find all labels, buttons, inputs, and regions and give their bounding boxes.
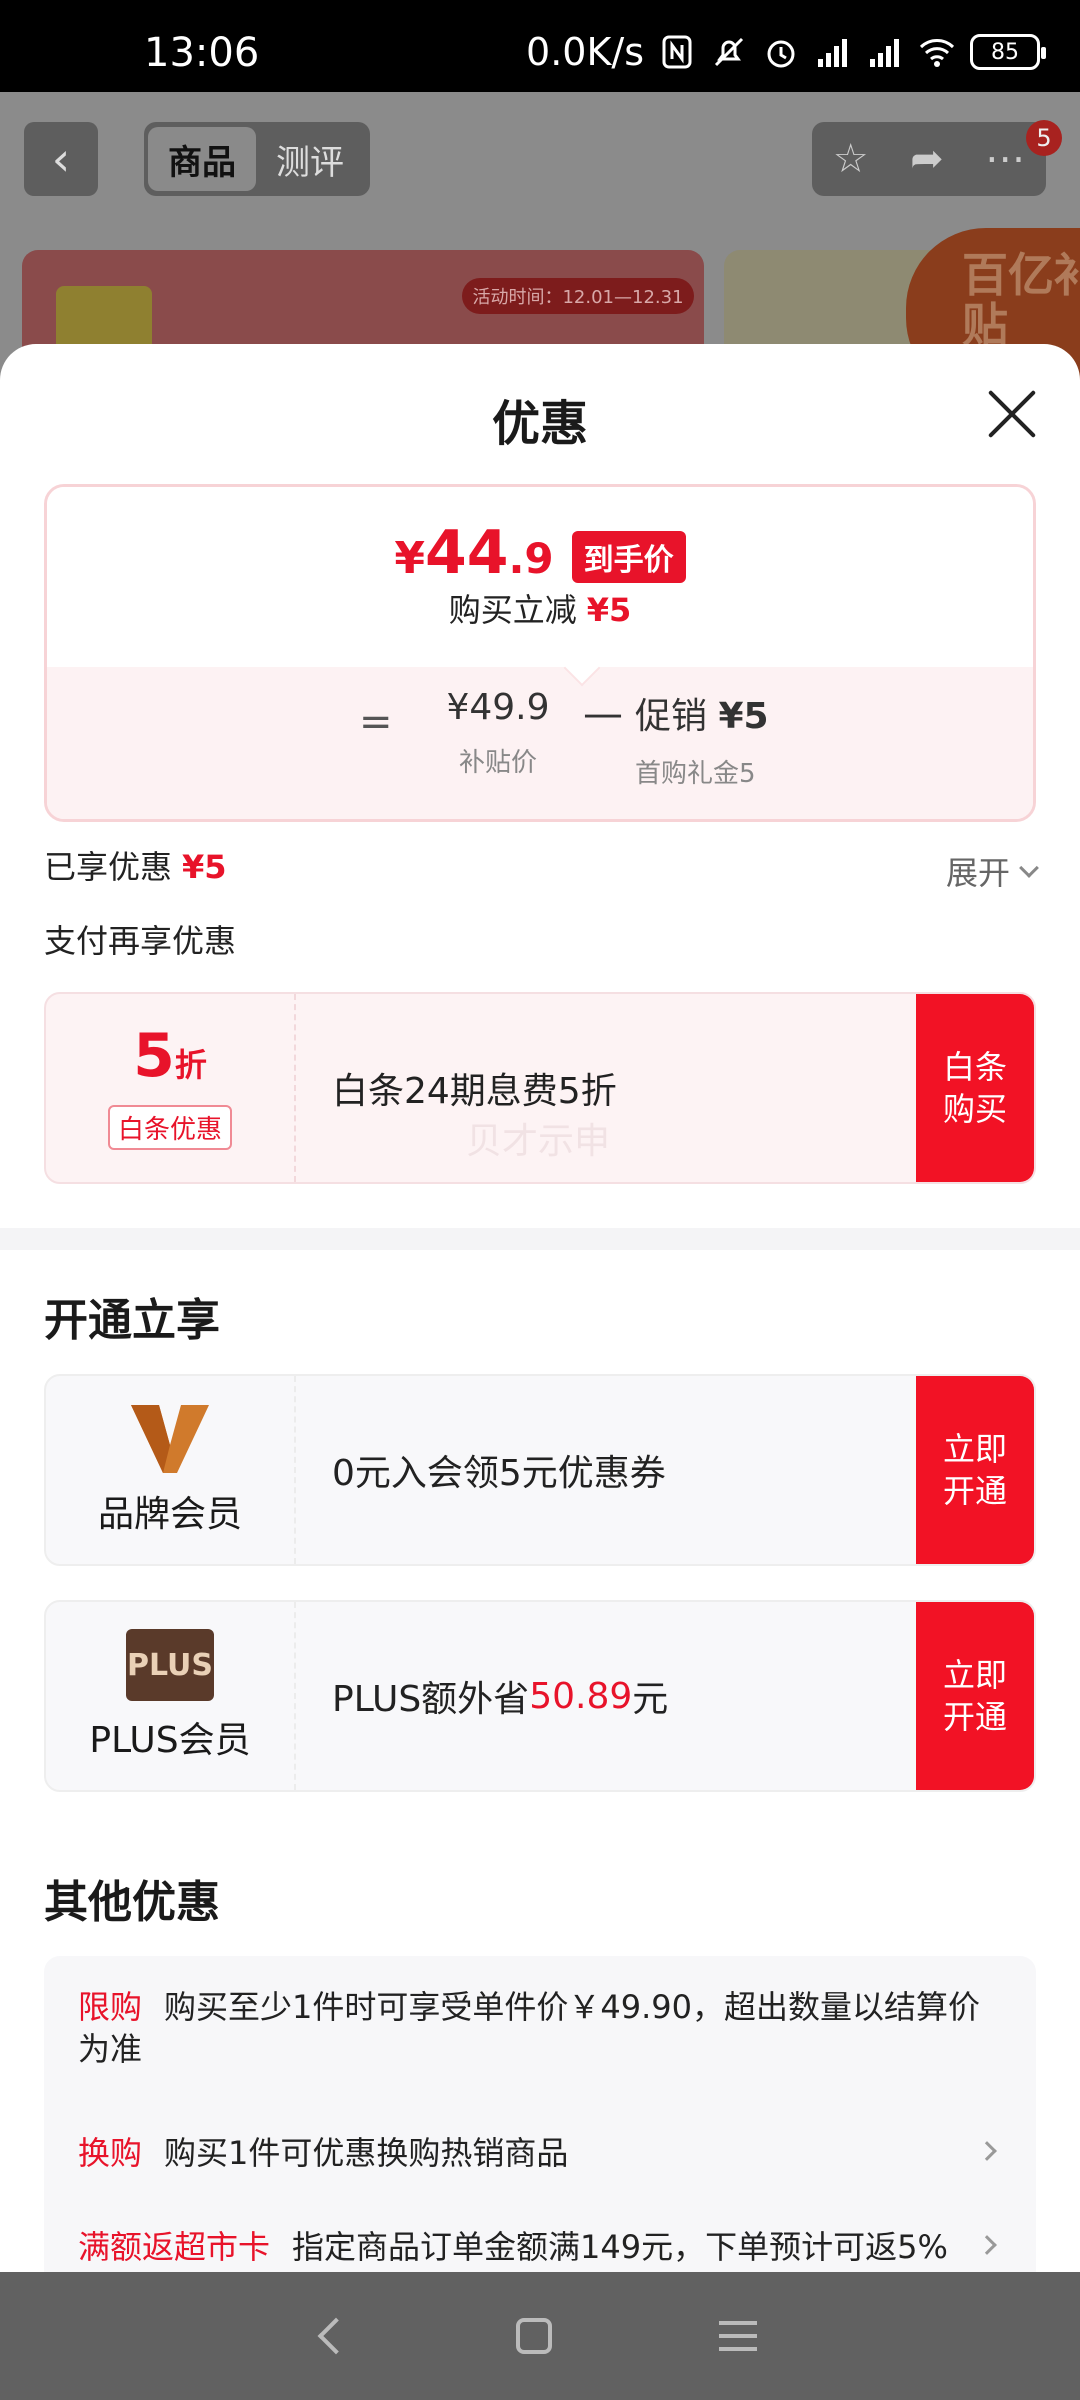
baitiao-offer-card: 5折 白条优惠 白条24期息费5折 贝才示申 白条购买 (44, 992, 1036, 1184)
tab-review[interactable]: 测评 (256, 127, 364, 191)
discount-sheet: 优惠 ¥44.9 到手价 购买立减 ¥5 = ¥49.9 补贴价 — 促销 ¥5 … (0, 344, 1080, 2272)
plus-member-text: PLUS额外省 50.89 元 (332, 1675, 669, 1721)
signal-icon-2 (870, 39, 899, 67)
wifi-icon (919, 39, 955, 67)
expand-button[interactable]: 展开 (946, 848, 1039, 894)
list-item-limit: 限购 购买至少1件时可享受单件价￥49.90，超出数量以结算价为准 (78, 1988, 980, 2068)
tab-product[interactable]: 商品 (148, 127, 256, 191)
final-price: ¥44.9 到手价 (47, 521, 1033, 591)
share-icon[interactable]: ➦ (910, 136, 944, 182)
nav-menu-icon[interactable] (718, 2321, 757, 2351)
chevron-right-icon (977, 2235, 997, 2255)
watermark: 贝才示申 (466, 1121, 611, 1162)
more-icon[interactable]: ⋯ (985, 136, 1025, 182)
discount-value: 5折 (133, 1021, 207, 1091)
plus-member-open-button[interactable]: 立即开通 (916, 1602, 1034, 1790)
reduce-line: 购买立减 ¥5 (448, 591, 632, 629)
nav-home-icon[interactable] (515, 2318, 552, 2354)
close-icon[interactable] (984, 386, 1040, 442)
section-divider (0, 1228, 1080, 1250)
promo-block: 促销 ¥5 首购礼金5 (635, 696, 769, 789)
plus-member-name: PLUS会员 (89, 1720, 251, 1761)
plus-member-card: PLUS PLUS会员 PLUS额外省 50.89 元 立即开通 (44, 1600, 1036, 1792)
list-item-exchange[interactable]: 换购 购买1件可优惠换购热销商品 (78, 2132, 998, 2174)
nfc-icon (662, 35, 692, 69)
open-section-title: 开通立享 (44, 1295, 220, 1346)
brand-member-text: 0元入会领5元优惠券 (332, 1453, 666, 1494)
back-button[interactable]: ‹ (24, 122, 98, 196)
nav-back-icon[interactable] (317, 2317, 355, 2355)
enjoyed-discount: 已享优惠 ¥5 (44, 848, 227, 886)
final-price-tag: 到手价 (571, 531, 686, 583)
mute-icon (714, 37, 744, 67)
other-section-title: 其他优惠 (44, 1877, 220, 1928)
base-price-block: ¥49.9 补贴价 (446, 687, 550, 778)
chevron-down-icon (1019, 858, 1039, 878)
pay-discount-title: 支付再享优惠 (44, 922, 237, 960)
navigation-bar (0, 2272, 1080, 2400)
status-bar: 13:06 0.0K/s 85 (0, 0, 1080, 92)
page-tabs: 商品 测评 (144, 122, 370, 196)
alarm-icon (767, 40, 795, 68)
activity-time: 活动时间：12.01—12.31 (462, 278, 694, 314)
star-icon[interactable]: ☆ (833, 136, 869, 182)
brand-member-open-button[interactable]: 立即开通 (916, 1376, 1034, 1564)
plus-logo-icon: PLUS (126, 1629, 214, 1701)
brand-member-logo-icon (131, 1405, 209, 1473)
equals-sign: = (359, 699, 393, 745)
status-time: 13:06 (144, 30, 260, 76)
baitiao-buy-button[interactable]: 白条购买 (916, 994, 1034, 1182)
chevron-right-icon (977, 2141, 997, 2161)
list-item-cashback[interactable]: 满额返超市卡 指定商品订单金额满149元，下单预计可返5% (78, 2226, 998, 2268)
top-actions: ☆ ➦ ⋯ (812, 122, 1046, 196)
brand-member-name: 品牌会员 (97, 1494, 242, 1535)
status-icons: 0.0K/s 85 (526, 30, 1046, 74)
minus-sign: — (583, 691, 623, 737)
sheet-title: 优惠 (491, 396, 588, 452)
net-speed: 0.0K/s (526, 30, 644, 74)
signal-icon-1 (818, 39, 847, 67)
other-discounts-list: 限购 购买至少1件时可享受单件价￥49.90，超出数量以结算价为准 换购 购买1件可… (44, 1956, 1036, 2272)
battery-icon: 85 (970, 34, 1046, 70)
baitiao-tag: 白条优惠 (107, 1105, 232, 1150)
brand-member-card: 品牌会员 0元入会领5元优惠券 立即开通 (44, 1374, 1036, 1566)
message-badge: 5 (1026, 120, 1062, 156)
price-summary-card: ¥44.9 到手价 购买立减 ¥5 = ¥49.9 补贴价 — 促销 ¥5 首购礼… (44, 484, 1036, 822)
